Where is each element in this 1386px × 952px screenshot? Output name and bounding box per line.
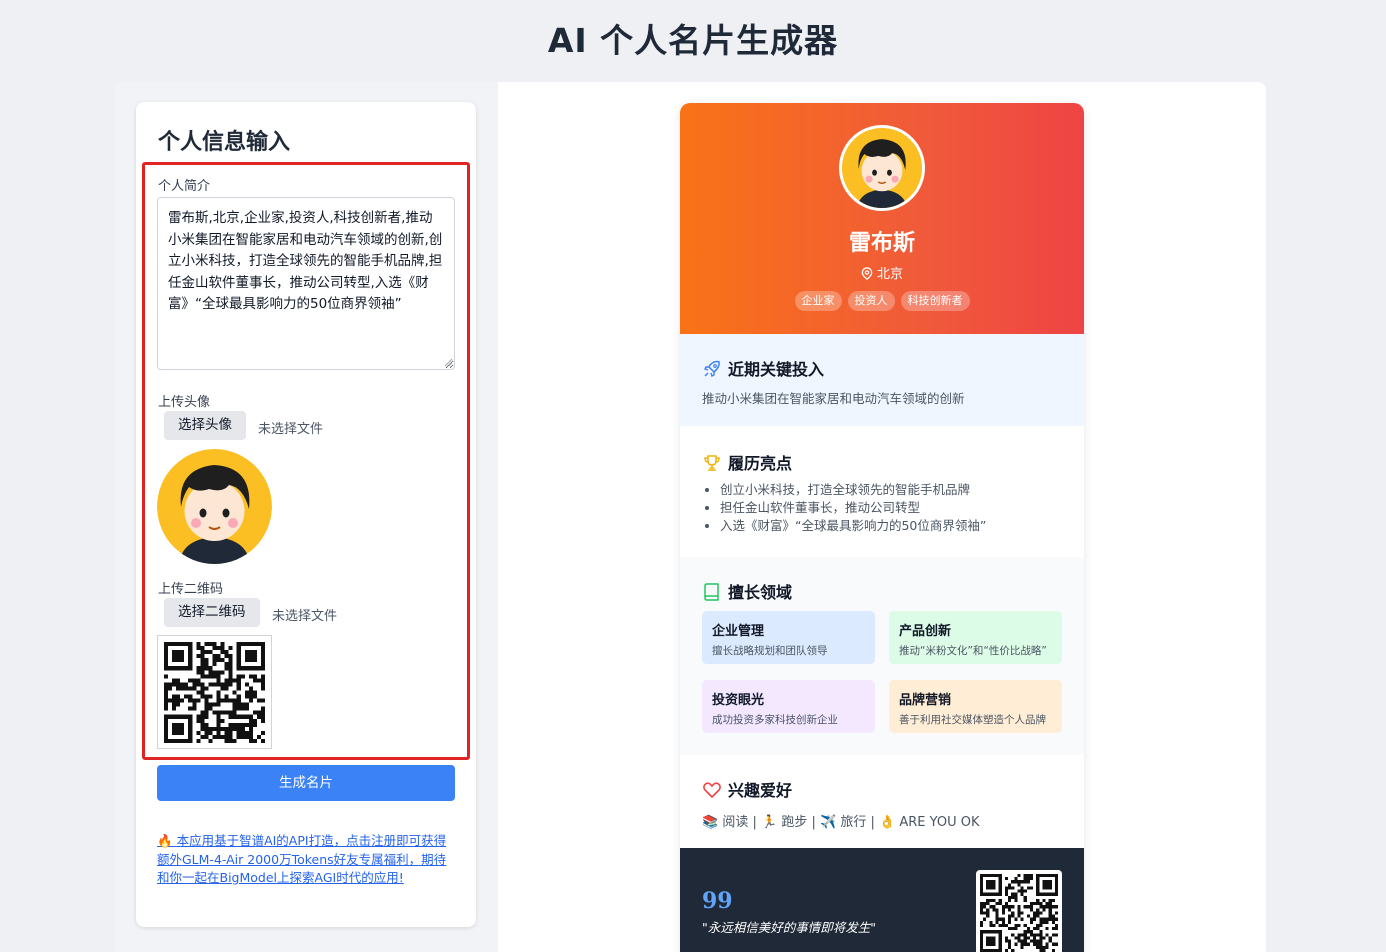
card-qr-image <box>976 870 1062 952</box>
generate-card-button[interactable]: 生成名片 <box>157 765 455 801</box>
skill-card: 投资眼光 成功投资多家科技创新企业 <box>702 680 875 733</box>
runner-icon: 🏃 <box>761 815 778 830</box>
tag: 投资人 <box>847 291 895 311</box>
skills-section: 擅长领域 企业管理 擅长战略规划和团队领导 产品创新 推动“米粉文化”和“性价比… <box>680 557 1084 755</box>
separator: | <box>811 815 816 830</box>
skill-card: 品牌营销 善于利用社交媒体塑造个人品牌 <box>889 680 1062 733</box>
skill-desc: 善于利用社交媒体塑造个人品牌 <box>899 714 1046 726</box>
avatar-label: 上传头像 <box>158 395 211 410</box>
bio-label: 个人简介 <box>158 179 211 194</box>
hobby-item: 跑步 <box>781 815 808 830</box>
form-title: 个人信息输入 <box>158 130 291 155</box>
qr-code-icon <box>980 874 1058 952</box>
resume-section: 履历亮点 创立小米科技，打造全球领先的智能手机品牌 担任金山软件董事长，推动公司… <box>680 426 1084 557</box>
book-icon <box>704 583 719 601</box>
skill-desc: 擅长战略规划和团队领导 <box>712 645 828 657</box>
card-location: 北京 <box>680 263 1084 282</box>
rocket-icon <box>704 360 720 377</box>
tag: 企业家 <box>794 291 842 311</box>
choose-qr-button[interactable]: 选择二维码 <box>164 598 260 627</box>
skill-title: 产品创新 <box>899 624 952 639</box>
skill-title: 投资眼光 <box>712 693 765 708</box>
quote-text: "永远相信美好的事情即将发生" <box>702 920 876 935</box>
resume-title: 履历亮点 <box>702 450 792 474</box>
hobby-item: 旅行 <box>840 815 867 830</box>
recent-title: 近期关键投入 <box>702 356 824 380</box>
qr-code-icon <box>164 642 265 743</box>
list-item: 创立小米科技，打造全球领先的智能手机品牌 <box>720 481 986 499</box>
airplane-icon: ✈️ <box>820 815 837 830</box>
hobbies-section: 兴趣爱好 📚 阅读 | 🏃 跑步 | ✈️ 旅行 | 👌 ARE YOU OK <box>680 755 1084 848</box>
skill-title: 品牌营销 <box>899 693 952 708</box>
skill-desc: 推动“米粉文化”和“性价比战略” <box>899 645 1047 657</box>
promo-link[interactable]: 🔥 本应用基于智谱AI的API打造，点击注册即可获得额外GLM-4-Air 20… <box>157 832 457 888</box>
promo-link-text: 本应用基于智谱AI的API打造，点击注册即可获得额外GLM-4-Air 2000… <box>157 833 447 885</box>
card-footer: 99 "永远相信美好的事情即将发生" <box>680 848 1084 952</box>
hobbies-list: 📚 阅读 | 🏃 跑步 | ✈️ 旅行 | 👌 ARE YOU OK <box>702 811 980 830</box>
hobby-item: 阅读 <box>722 815 749 830</box>
heart-icon <box>703 782 721 799</box>
resume-title-text: 履历亮点 <box>728 454 793 473</box>
resume-list: 创立小米科技，打造全球领先的智能手机品牌 担任金山软件董事长，推动公司转型 入选… <box>720 481 986 535</box>
fire-icon: 🔥 <box>157 833 173 848</box>
skill-desc: 成功投资多家科技创新企业 <box>712 714 838 726</box>
map-pin-icon <box>861 267 873 280</box>
bio-textarea[interactable]: 雷布斯,北京,企业家,投资人,科技创新者,推动小米集团在智能家居和电动汽车领域的… <box>157 197 455 370</box>
card-header: 雷布斯 北京 企业家 投资人 科技创新者 <box>680 103 1084 334</box>
quote-icon: 99 <box>702 888 733 914</box>
page-title: AI 个人名片生成器 <box>547 21 839 60</box>
list-item: 入选《财富》“全球最具影响力的50位商界领袖” <box>720 517 986 535</box>
book-emoji-icon: 📚 <box>702 815 719 830</box>
skills-title-text: 擅长领域 <box>728 583 793 602</box>
hobby-item: ARE YOU OK <box>899 815 980 830</box>
business-card: 雷布斯 北京 企业家 投资人 科技创新者 近期关键投入 推动小米集团在智能家居和电动… <box>680 103 1084 952</box>
tag: 科技创新者 <box>900 291 970 311</box>
qr-label: 上传二维码 <box>158 582 224 597</box>
skill-card: 产品创新 推动“米粉文化”和“性价比战略” <box>889 611 1062 664</box>
skill-title: 企业管理 <box>712 624 765 639</box>
skills-title: 擅长领域 <box>702 579 792 603</box>
skill-card: 企业管理 擅长战略规划和团队领导 <box>702 611 875 664</box>
list-item: 担任金山软件董事长，推动公司转型 <box>720 499 986 517</box>
resize-grip-icon[interactable] <box>444 358 453 367</box>
choose-avatar-button[interactable]: 选择头像 <box>164 411 246 440</box>
separator: | <box>752 815 757 830</box>
card-location-text: 北京 <box>876 267 903 282</box>
hobbies-title-text: 兴趣爱好 <box>728 781 793 800</box>
trophy-icon <box>704 455 720 471</box>
qr-file-status: 未选择文件 <box>272 609 338 624</box>
card-avatar <box>839 125 925 211</box>
card-name: 雷布斯 <box>848 231 915 256</box>
card-tags: 企业家 投资人 科技创新者 <box>680 291 1084 311</box>
qr-preview-image <box>157 635 272 749</box>
ok-hand-icon: 👌 <box>879 815 896 830</box>
recent-title-text: 近期关键投入 <box>728 360 825 379</box>
avatar-preview-image <box>157 449 272 564</box>
recent-text: 推动小米集团在智能家居和电动汽车领域的创新 <box>702 391 965 406</box>
hobbies-title: 兴趣爱好 <box>702 777 792 801</box>
separator: | <box>870 815 875 830</box>
recent-section: 近期关键投入 推动小米集团在智能家居和电动汽车领域的创新 <box>680 334 1084 426</box>
avatar-file-status: 未选择文件 <box>258 422 324 437</box>
